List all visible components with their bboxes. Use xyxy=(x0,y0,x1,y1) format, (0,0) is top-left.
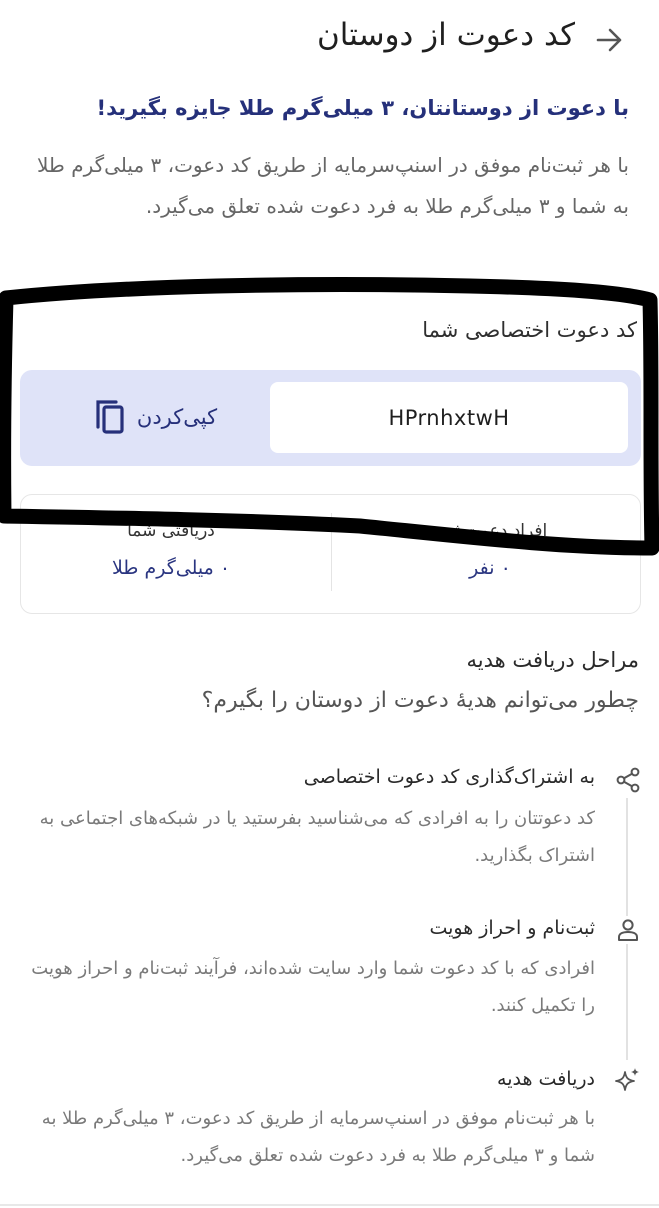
page-title: کد دعوت از دوستان xyxy=(317,17,575,53)
copy-button-label: کپی‌کردن xyxy=(136,405,218,429)
invite-code-value[interactable]: HPrnhxtwH xyxy=(270,382,628,453)
user-icon xyxy=(614,916,642,944)
steps-title: مراحل دریافت هدیه xyxy=(466,648,639,672)
promo-description: با هر ثبت‌نام موفق در اسنپ‌سرمایه از طری… xyxy=(36,153,629,218)
step-3-title: دریافت هدیه xyxy=(497,1068,595,1090)
copy-button[interactable]: کپی‌کردن xyxy=(80,392,230,442)
back-button[interactable] xyxy=(589,20,629,60)
bottom-divider xyxy=(0,1204,659,1206)
invite-code-label: کد دعوت اختصاصی شما xyxy=(422,318,637,342)
steps-subtitle: چطور می‌توانم هدیهٔ دعوت از دوستان را بگ… xyxy=(201,688,639,713)
invited-count-value: ۰ نفر xyxy=(469,557,511,579)
step-1-text: کد دعوتتان را به افرادی که می‌شناسید بفر… xyxy=(39,808,595,866)
arrow-right-icon xyxy=(596,28,622,52)
step-3-text: با هر ثبت‌نام موفق در اسنپ‌سرمایه از طری… xyxy=(41,1108,595,1166)
share-icon xyxy=(614,766,642,794)
stats-divider xyxy=(331,513,332,591)
received-gold-label: دریافتی شما xyxy=(127,521,215,541)
invite-stats-card: افراد دعوت‌شده ۰ نفر دریافتی شما ۰ میلی‌… xyxy=(20,494,641,614)
sparkle-icon xyxy=(614,1066,642,1094)
invited-count-stat: افراد دعوت‌شده ۰ نفر xyxy=(340,521,640,579)
step-1-title: به اشتراک‌گذاری کد دعوت اختصاصی xyxy=(303,766,595,788)
received-gold-stat: دریافتی شما ۰ میلی‌گرم طلا xyxy=(21,521,321,579)
app-header: کد دعوت از دوستان xyxy=(0,0,659,80)
step-2-title: ثبت‌نام و احراز هویت xyxy=(429,917,595,939)
invited-count-label: افراد دعوت‌شده xyxy=(432,521,548,541)
step-2-text: افرادی که با کد دعوت شما وارد سایت شده‌ا… xyxy=(31,958,595,1016)
promo-headline: با دعوت از دوستانتان، ۳ میلی‌گرم طلا جای… xyxy=(96,96,629,120)
copy-icon xyxy=(96,400,124,434)
received-gold-value: ۰ میلی‌گرم طلا xyxy=(111,557,231,579)
